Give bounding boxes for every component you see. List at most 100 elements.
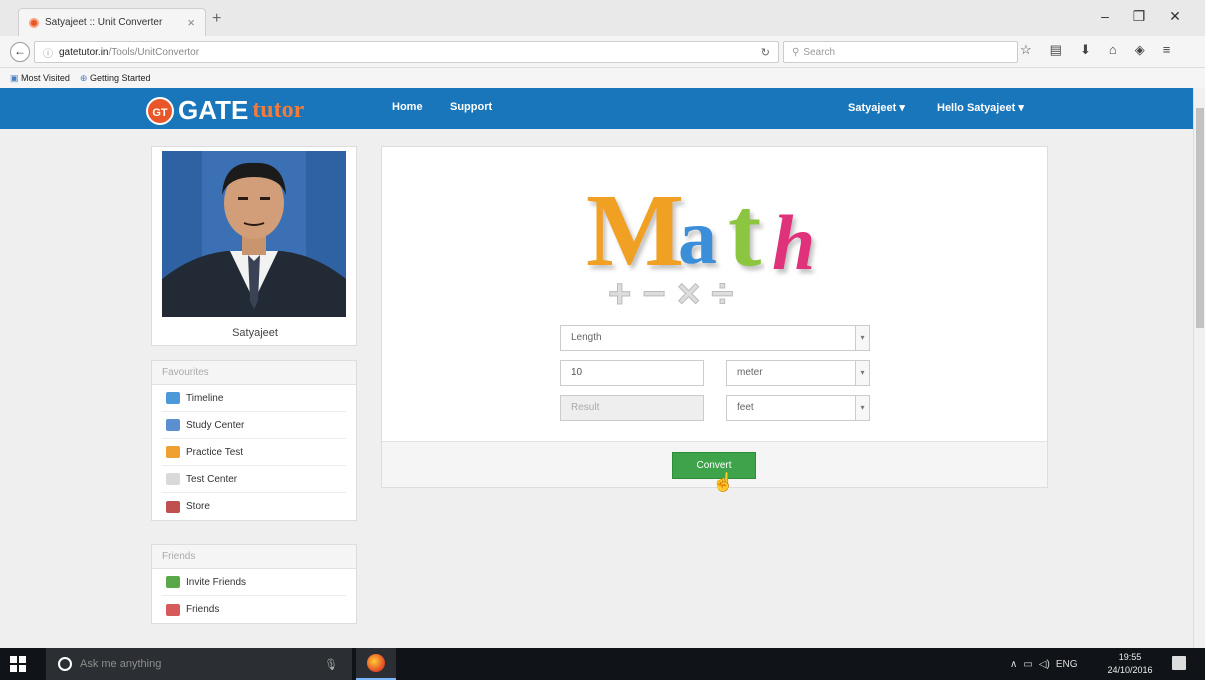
sidebar-item-invite-friends[interactable]: Invite Friends bbox=[162, 569, 346, 596]
bookmarks-bar: ▣ Most Visited ⊕ Getting Started bbox=[0, 68, 1205, 88]
site-favicon-icon bbox=[29, 17, 39, 28]
from-unit-value: meter bbox=[737, 367, 763, 378]
new-tab-button[interactable]: + bbox=[212, 10, 221, 28]
math-letter-h: h bbox=[772, 199, 815, 286]
minimize-icon[interactable]: – bbox=[1090, 8, 1120, 24]
logo-tutor-text: tutor bbox=[252, 97, 305, 123]
user-menu[interactable]: Satyajeet ▾ bbox=[848, 101, 905, 114]
logo-badge: GT bbox=[146, 96, 174, 125]
to-unit-value: feet bbox=[737, 402, 754, 413]
cortana-search-input[interactable]: Ask me anything 🎙 bbox=[46, 648, 352, 680]
friends-icon bbox=[166, 603, 180, 616]
scroll-thumb[interactable] bbox=[1196, 108, 1204, 328]
page-viewport: GT GATE tutor Home Support Satyajeet ▾ He… bbox=[0, 88, 1193, 648]
friends-panel: Friends Invite Friends Friends bbox=[151, 544, 357, 624]
category-value: Length bbox=[571, 332, 602, 343]
taskbar: Ask me anything 🎙 ∧ ▭ ◁) ENG 19:55 24/10… bbox=[0, 648, 1205, 680]
favourites-heading: Favourites bbox=[152, 361, 356, 385]
invite-friends-icon bbox=[166, 576, 180, 588]
bookmark-star-icon[interactable]: ☆ bbox=[1020, 42, 1032, 58]
to-unit-select[interactable]: feet ▾ bbox=[726, 395, 870, 421]
math-logo-image: M a t h + − × ÷ bbox=[582, 159, 842, 317]
math-operators: + − × ÷ bbox=[608, 272, 733, 309]
bookmarks-list-icon[interactable]: ▤ bbox=[1050, 42, 1062, 58]
nav-support-link[interactable]: Support bbox=[450, 101, 492, 113]
sidebar-item-store[interactable]: Store bbox=[162, 493, 346, 520]
menu-icon[interactable]: ≡ bbox=[1163, 42, 1171, 58]
math-letter-m: M bbox=[586, 173, 684, 288]
search-placeholder: Search bbox=[803, 46, 836, 58]
timeline-icon bbox=[166, 392, 180, 404]
logo-gate-text: GATE bbox=[178, 95, 249, 125]
profile-name[interactable]: Satyajeet bbox=[152, 327, 358, 339]
url-path: /Tools/UnitConvertor bbox=[108, 46, 200, 58]
sidebar-item-friends[interactable]: Friends bbox=[162, 596, 346, 623]
url-bar[interactable]: ⓘ gatetutor.in/Tools/UnitConvertor ↻ bbox=[34, 41, 779, 63]
category-select[interactable]: Length ▾ bbox=[560, 325, 870, 351]
sidebar-item-timeline[interactable]: Timeline bbox=[162, 385, 346, 412]
nav-home-link[interactable]: Home bbox=[392, 101, 423, 113]
from-unit-select[interactable]: meter ▾ bbox=[726, 360, 870, 386]
tray-up-arrow-icon[interactable]: ∧ bbox=[1010, 659, 1017, 670]
back-arrow-icon[interactable]: ← bbox=[10, 42, 30, 62]
firefox-taskbar-button[interactable] bbox=[356, 648, 396, 680]
page-scrollbar[interactable] bbox=[1193, 88, 1205, 648]
test-center-icon bbox=[166, 473, 180, 485]
sidebar-item-practice-test[interactable]: Practice Test bbox=[162, 439, 346, 466]
bookmark-getting-started[interactable]: ⊕ Getting Started bbox=[80, 73, 151, 84]
folder-icon: ▣ bbox=[10, 72, 19, 83]
windows-start-icon[interactable] bbox=[10, 656, 26, 672]
browser-tab[interactable]: Satyajeet :: Unit Converter × bbox=[18, 8, 206, 36]
result-field: Result bbox=[560, 395, 704, 421]
chevron-down-icon: ▾ bbox=[855, 326, 869, 350]
browser-navbar: ← ⓘ gatetutor.in/Tools/UnitConvertor ↻ ⚲… bbox=[0, 36, 1205, 68]
microphone-icon[interactable]: 🎙 bbox=[324, 658, 338, 671]
clock-date: 24/10/2016 bbox=[1107, 665, 1153, 675]
reload-icon[interactable]: ↻ bbox=[761, 46, 770, 59]
hand-cursor-icon: ☝ bbox=[712, 472, 735, 492]
clock-time: 19:55 bbox=[1118, 652, 1142, 662]
chevron-down-icon: ▾ bbox=[855, 396, 869, 420]
value-input[interactable]: 10 bbox=[560, 360, 704, 386]
converter-footer: Convert ☝ bbox=[382, 441, 1047, 492]
browser-titlebar: Satyajeet :: Unit Converter × + – ❐ ✕ bbox=[0, 0, 1205, 36]
restore-icon[interactable]: ❐ bbox=[1124, 8, 1154, 25]
info-icon[interactable]: ⓘ bbox=[43, 45, 53, 60]
sidebar-item-test-center[interactable]: Test Center bbox=[162, 466, 346, 493]
profile-card: Satyajeet bbox=[151, 146, 357, 346]
sidebar-item-study-center[interactable]: Study Center bbox=[162, 412, 346, 439]
site-logo[interactable]: GT GATE tutor bbox=[146, 95, 304, 126]
site-header: GT GATE tutor Home Support Satyajeet ▾ He… bbox=[0, 88, 1193, 129]
store-icon bbox=[166, 500, 180, 513]
bookmark-most-visited[interactable]: ▣ Most Visited bbox=[10, 73, 70, 84]
pocket-icon[interactable]: ◈ bbox=[1135, 42, 1145, 58]
cortana-circle-icon bbox=[58, 657, 72, 671]
tab-title: Satyajeet :: Unit Converter bbox=[45, 17, 163, 28]
firefox-icon bbox=[367, 654, 385, 672]
close-window-icon[interactable]: ✕ bbox=[1160, 8, 1190, 25]
home-icon[interactable]: ⌂ bbox=[1109, 42, 1117, 58]
language-indicator[interactable]: ENG bbox=[1056, 659, 1078, 670]
search-icon: ⚲ bbox=[792, 46, 800, 58]
favourites-panel: Favourites Timeline Study Center Practic… bbox=[151, 360, 357, 521]
cortana-placeholder: Ask me anything bbox=[80, 658, 162, 670]
friends-heading: Friends bbox=[152, 545, 356, 569]
notification-icon[interactable] bbox=[1172, 656, 1186, 670]
clock[interactable]: 19:55 24/10/2016 bbox=[1100, 651, 1160, 677]
math-letter-a: a bbox=[678, 193, 717, 280]
chevron-down-icon: ▾ bbox=[855, 361, 869, 385]
math-letter-t: t bbox=[728, 176, 761, 287]
hello-user-menu[interactable]: Hello Satyajeet ▾ bbox=[937, 101, 1024, 114]
globe-icon: ⊕ bbox=[79, 72, 88, 83]
url-domain: gatetutor.in bbox=[59, 46, 109, 58]
unit-converter-card: M a t h + − × ÷ Length ▾ 10 meter ▾ Resu… bbox=[381, 146, 1048, 492]
volume-icon[interactable]: ◁) bbox=[1039, 659, 1050, 670]
system-tray: ∧ ▭ ◁) ENG bbox=[1010, 648, 1077, 680]
study-center-icon bbox=[166, 419, 180, 431]
network-icon[interactable]: ▭ bbox=[1023, 659, 1032, 670]
practice-test-icon bbox=[166, 446, 180, 458]
tab-close-icon[interactable]: × bbox=[187, 15, 195, 30]
profile-photo[interactable] bbox=[162, 151, 346, 317]
download-icon[interactable]: ⬇ bbox=[1080, 42, 1091, 58]
browser-search-input[interactable]: ⚲ Search bbox=[783, 41, 1018, 63]
